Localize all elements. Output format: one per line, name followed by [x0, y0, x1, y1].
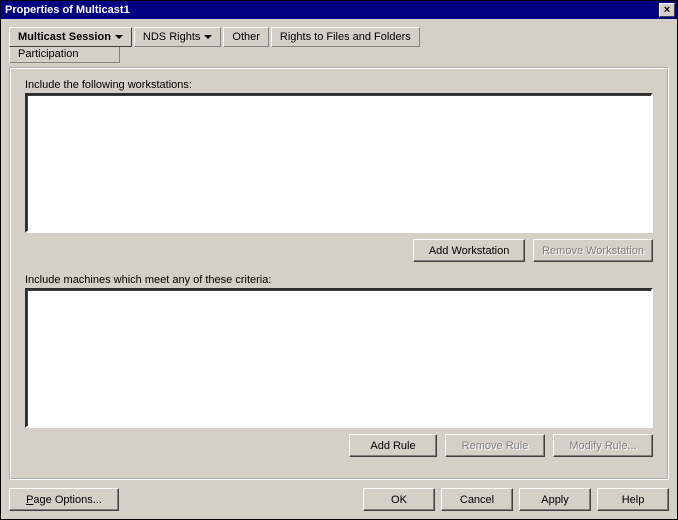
tab-other[interactable]: Other: [223, 27, 269, 47]
button-label: Add Rule: [370, 440, 415, 452]
dialog-button-bar: Page Options... OK Cancel Apply Help: [9, 480, 669, 511]
page-options-button[interactable]: Page Options...: [9, 488, 119, 511]
chevron-down-icon: [115, 35, 123, 39]
tab-strip: Multicast Session NDS Rights Other Right…: [9, 25, 669, 63]
window-title: Properties of Multicast1: [5, 4, 130, 16]
subtab-label: Participation: [18, 48, 79, 60]
remove-workstation-button: Remove Workstation: [533, 239, 653, 262]
cancel-button[interactable]: Cancel: [441, 488, 513, 511]
button-label: Help: [622, 494, 645, 506]
button-label: Page Options...: [26, 494, 102, 506]
right-buttons: OK Cancel Apply Help: [363, 488, 669, 511]
client-area: Multicast Session NDS Rights Other Right…: [1, 19, 677, 519]
criteria-label: Include machines which meet any of these…: [25, 274, 653, 286]
workstations-button-row: Add Workstation Remove Workstation: [25, 239, 653, 262]
properties-dialog: Properties of Multicast1 × Multicast Ses…: [0, 0, 678, 520]
button-label: Remove Rule: [462, 440, 529, 452]
chevron-down-icon: [204, 35, 212, 39]
tab-label: Multicast Session: [18, 31, 111, 43]
subtab-row: Participation: [9, 46, 120, 63]
close-icon: ×: [664, 5, 670, 16]
add-rule-button[interactable]: Add Rule: [349, 434, 437, 457]
remove-rule-button: Remove Rule: [445, 434, 545, 457]
close-button[interactable]: ×: [659, 3, 675, 17]
button-label: Modify Rule...: [569, 440, 636, 452]
tab-nds-rights[interactable]: NDS Rights: [134, 27, 221, 47]
button-label: Apply: [541, 494, 569, 506]
apply-button[interactable]: Apply: [519, 488, 591, 511]
title-bar: Properties of Multicast1 ×: [1, 1, 677, 19]
add-workstation-button[interactable]: Add Workstation: [413, 239, 525, 262]
tab-label: Other: [232, 31, 260, 43]
subtab-participation[interactable]: Participation: [9, 46, 120, 63]
criteria-listbox[interactable]: [25, 288, 653, 428]
tab-multicast-session[interactable]: Multicast Session: [9, 27, 132, 47]
ok-button[interactable]: OK: [363, 488, 435, 511]
button-label: Remove Workstation: [542, 245, 644, 257]
button-label: Cancel: [460, 494, 494, 506]
criteria-button-row: Add Rule Remove Rule Modify Rule...: [25, 434, 653, 457]
workstations-listbox[interactable]: [25, 93, 653, 233]
button-label: OK: [391, 494, 407, 506]
help-button[interactable]: Help: [597, 488, 669, 511]
tab-label: NDS Rights: [143, 31, 200, 43]
tab-rights-files-folders[interactable]: Rights to Files and Folders: [271, 27, 420, 47]
tab-label: Rights to Files and Folders: [280, 31, 411, 43]
button-label: Add Workstation: [429, 245, 510, 257]
modify-rule-button: Modify Rule...: [553, 434, 653, 457]
tabs-row: Multicast Session NDS Rights Other Right…: [9, 27, 420, 47]
workstations-label: Include the following workstations:: [25, 79, 653, 91]
participation-panel: Include the following workstations: Add …: [9, 67, 669, 480]
